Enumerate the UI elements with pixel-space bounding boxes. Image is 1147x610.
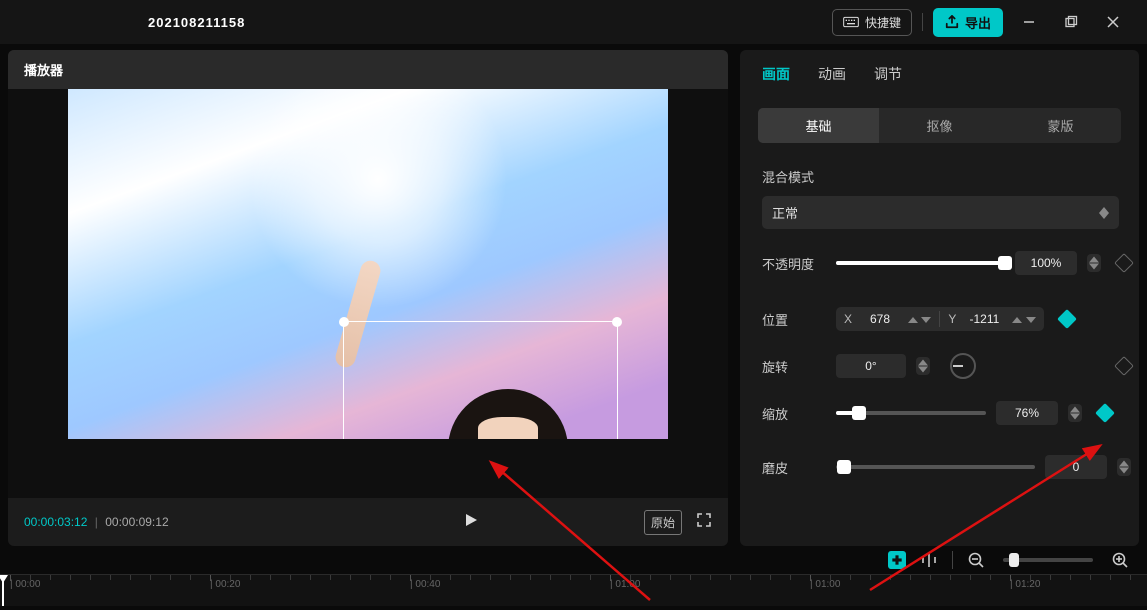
position-keyframe[interactable] <box>1057 309 1077 329</box>
project-title: 202108211158 <box>148 15 245 30</box>
tab-adjust[interactable]: 调节 <box>874 64 902 84</box>
current-time: 00:00:03:12 <box>24 515 87 529</box>
maximize-icon <box>1064 15 1078 29</box>
shortcuts-label: 快捷键 <box>865 14 901 31</box>
position-inputs: X 678 Y -1211 <box>836 307 1044 331</box>
blend-value: 正常 <box>772 203 798 222</box>
export-icon <box>945 15 959 29</box>
ruler-mark: | 01:20 <box>1010 579 1040 590</box>
aspect-ratio-button[interactable]: 原始 <box>644 510 682 535</box>
spinner-icon <box>1099 207 1109 219</box>
divider <box>922 13 923 31</box>
scale-row: 缩放 76% <box>740 401 1139 425</box>
main-split: 播放器 00:00:03:12 | 00:00:09:12 <box>0 44 1147 546</box>
smooth-stepper[interactable] <box>1117 458 1131 476</box>
opacity-stepper[interactable] <box>1087 254 1101 272</box>
zoom-out-icon <box>967 551 985 569</box>
smooth-value[interactable]: 0 <box>1045 455 1107 479</box>
split-button[interactable] <box>920 551 938 569</box>
position-x-input[interactable]: X 678 <box>836 307 939 331</box>
chevron-updown-icon <box>908 312 931 326</box>
minimize-button[interactable] <box>1013 10 1045 34</box>
minimize-icon <box>1022 15 1036 29</box>
smooth-label: 磨皮 <box>762 458 826 477</box>
player-footer: 00:00:03:12 | 00:00:09:12 原始 <box>8 498 728 546</box>
title-bar: 202108211158 快捷键 导出 <box>0 0 1147 44</box>
time-display: 00:00:03:12 | 00:00:09:12 <box>24 515 169 529</box>
smooth-row: 磨皮 0 <box>740 455 1139 479</box>
close-icon <box>1106 15 1120 29</box>
opacity-label: 不透明度 <box>762 254 826 273</box>
export-button[interactable]: 导出 <box>933 8 1003 37</box>
rotation-dial[interactable] <box>950 353 976 379</box>
opacity-value[interactable]: 100% <box>1015 251 1077 275</box>
fullscreen-button[interactable] <box>696 512 712 533</box>
ruler-mark: | 00:00 <box>10 579 40 590</box>
player-header: 播放器 <box>8 50 728 89</box>
rotation-row: 旋转 0° <box>740 353 1139 379</box>
opacity-slider[interactable] <box>836 261 1005 265</box>
auto-snap-button[interactable] <box>888 551 906 569</box>
timeline-ruler[interactable]: | 00:00 | 00:20 | 00:40 | 01:00 | 01:00 | 01:… <box>0 574 1147 606</box>
split-icon <box>920 551 938 569</box>
blend-mode-select[interactable]: 正常 <box>762 196 1119 229</box>
rotation-value[interactable]: 0° <box>836 354 906 378</box>
playhead[interactable] <box>2 575 4 606</box>
ruler-mark: | 00:40 <box>410 579 440 590</box>
export-label: 导出 <box>965 13 991 32</box>
preview-viewport[interactable] <box>8 89 728 498</box>
scale-slider[interactable] <box>836 411 986 415</box>
property-tabs: 画面 动画 调节 <box>740 50 1139 94</box>
subtab-keying[interactable]: 抠像 <box>879 108 1000 143</box>
opacity-row: 不透明度 100% <box>740 251 1139 275</box>
rotation-keyframe[interactable] <box>1114 356 1134 376</box>
preview-canvas[interactable] <box>68 89 668 439</box>
blend-label: 混合模式 <box>740 167 1139 196</box>
play-icon <box>463 512 479 528</box>
fullscreen-icon <box>696 512 712 528</box>
scale-stepper[interactable] <box>1068 404 1082 422</box>
snap-icon <box>888 551 906 569</box>
play-button[interactable] <box>463 512 479 533</box>
scale-keyframe[interactable] <box>1095 403 1115 423</box>
duration: 00:00:09:12 <box>105 515 168 529</box>
subtab-basic[interactable]: 基础 <box>758 108 879 143</box>
ruler-mark: | 00:20 <box>210 579 240 590</box>
shortcuts-button[interactable]: 快捷键 <box>832 9 912 36</box>
timeline-toolbar <box>0 545 1147 575</box>
maximize-button[interactable] <box>1055 10 1087 34</box>
scale-label: 缩放 <box>762 404 826 423</box>
divider <box>952 551 953 569</box>
position-y-input[interactable]: Y -1211 <box>940 307 1043 331</box>
player-panel: 播放器 00:00:03:12 | 00:00:09:12 <box>8 50 728 546</box>
smooth-slider[interactable] <box>836 465 1035 469</box>
position-row: 位置 X 678 Y -1211 <box>740 307 1139 331</box>
rotation-stepper[interactable] <box>916 357 930 375</box>
position-label: 位置 <box>762 310 826 329</box>
close-button[interactable] <box>1097 10 1129 34</box>
zoom-in-icon <box>1111 551 1129 569</box>
zoom-out-button[interactable] <box>967 551 985 569</box>
chevron-updown-icon <box>1012 312 1035 326</box>
selection-box[interactable] <box>343 321 618 439</box>
ruler-mark: | 01:00 <box>810 579 840 590</box>
rotation-label: 旋转 <box>762 357 826 376</box>
tab-picture[interactable]: 画面 <box>762 64 790 84</box>
ruler-mark: | 01:00 <box>610 579 640 590</box>
tab-animation[interactable]: 动画 <box>818 64 846 84</box>
picture-subtabs: 基础 抠像 蒙版 <box>758 108 1121 143</box>
properties-panel: 画面 动画 调节 基础 抠像 蒙版 混合模式 正常 不透明度 100% <box>740 50 1139 546</box>
zoom-in-button[interactable] <box>1111 551 1129 569</box>
zoom-slider[interactable] <box>1003 558 1093 562</box>
titlebar-right: 快捷键 导出 <box>832 8 1129 37</box>
subtab-mask[interactable]: 蒙版 <box>1000 108 1121 143</box>
opacity-keyframe[interactable] <box>1114 253 1134 273</box>
scale-value[interactable]: 76% <box>996 401 1058 425</box>
keyboard-icon <box>843 16 859 28</box>
